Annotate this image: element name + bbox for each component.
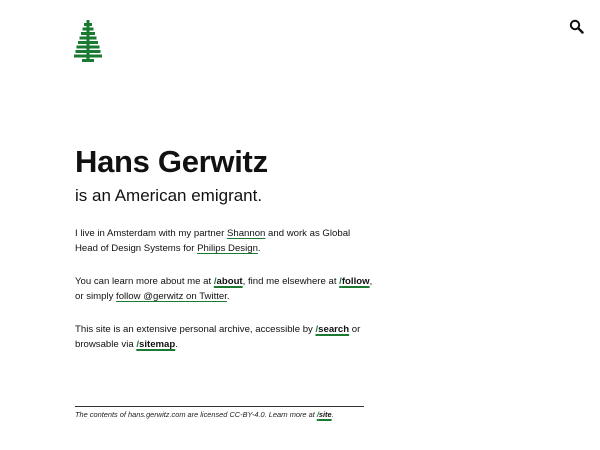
learn-text: , find me elsewhere at — [242, 276, 340, 287]
intro-text: I live in Amsterdam with my partner — [75, 228, 227, 239]
search-link[interactable]: /search — [316, 324, 350, 335]
learn-more-paragraph: You can learn more about me at /about, f… — [75, 274, 375, 304]
search-link-label: search — [318, 324, 350, 335]
footer-license: The contents of hans.gerwitz.com are lic… — [75, 410, 375, 420]
main-content: Hans Gerwitz is an American emigrant. I … — [75, 142, 375, 352]
partner-link[interactable]: Shannon — [227, 228, 265, 239]
twitter-link[interactable]: follow @gerwitz on Twitter — [116, 291, 227, 302]
intro-text: . — [257, 243, 261, 254]
tagline: is an American emigrant. — [75, 186, 263, 205]
learn-text: . — [226, 291, 230, 302]
footer-divider — [75, 406, 364, 407]
archive-text: This site is an extensive personal archi… — [75, 324, 316, 335]
pine-tree-icon[interactable] — [74, 20, 102, 62]
follow-link-label: follow — [341, 276, 370, 287]
search-icon[interactable] — [569, 19, 584, 34]
follow-link[interactable]: /follow — [339, 276, 369, 287]
about-link-label: about — [216, 276, 243, 287]
site-link-label: site — [318, 410, 332, 419]
sitemap-link[interactable]: /sitemap — [136, 339, 175, 350]
footer-text: . — [331, 410, 334, 419]
site-link[interactable]: /site — [317, 410, 332, 419]
sitemap-link-label: sitemap — [139, 339, 176, 350]
archive-text: . — [175, 339, 178, 350]
about-link[interactable]: /about — [214, 276, 243, 287]
footer-text: The contents of hans.gerwitz.com are lic… — [75, 410, 317, 419]
page-title: Hans Gerwitz — [75, 144, 268, 179]
archive-paragraph: This site is an extensive personal archi… — [75, 322, 375, 352]
learn-text: You can learn more about me at — [75, 276, 214, 287]
employer-link[interactable]: Philips Design — [197, 243, 258, 254]
intro-paragraph: I live in Amsterdam with my partner Shan… — [75, 226, 375, 256]
